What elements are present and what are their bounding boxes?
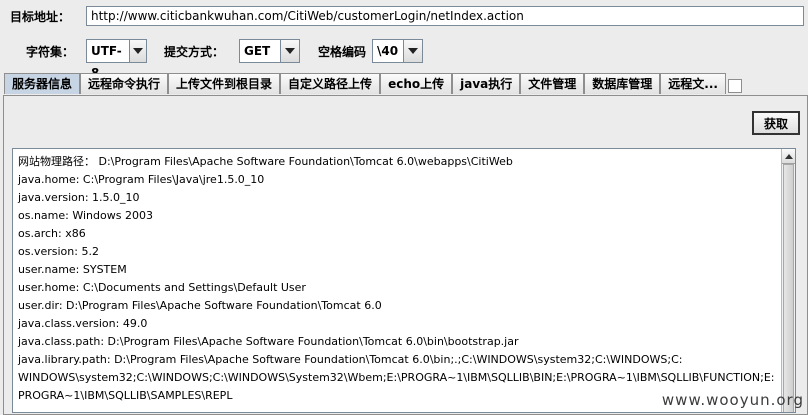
output-line: user.dir: D:\Program Files\Apache Softwa…	[18, 299, 382, 312]
tab-scroll-button[interactable]	[727, 79, 742, 93]
charset-value: UTF-8	[91, 44, 122, 80]
output-line: java.home: C:\Program Files\Java\jre1.5.…	[18, 173, 265, 186]
space-encoding-value: \40	[377, 44, 399, 58]
target-label: 目标地址：	[10, 10, 71, 24]
tab-server-info[interactable]: 服务器信息	[4, 73, 81, 94]
output-line: os.arch: x86	[18, 227, 86, 240]
submit-row: 提交方式：	[164, 43, 224, 60]
tab-remote-file[interactable]: 远程文...	[660, 73, 726, 94]
submit-method-value: GET	[244, 44, 271, 58]
submit-method-select[interactable]: GET	[239, 39, 300, 63]
charset-select[interactable]: UTF-8	[86, 39, 147, 80]
tab-remote-command[interactable]: 远程命令执行	[80, 73, 169, 94]
charset-dropdown-button[interactable]	[129, 40, 146, 62]
chevron-down-icon	[133, 48, 144, 54]
output-line: user.name: SYSTEM	[18, 263, 127, 276]
output-line: java.class.version: 49.0	[18, 317, 148, 330]
output-line: os.name: Windows 2003	[18, 209, 153, 222]
get-button[interactable]: 获取	[752, 111, 800, 135]
scroll-up-button[interactable]	[782, 149, 795, 164]
tab-upload-root[interactable]: 上传文件到根目录	[168, 73, 281, 94]
tab-database-manager[interactable]: 数据库管理	[584, 73, 661, 94]
output-line: 网站物理路径： D:\Program Files\Apache Software…	[18, 155, 513, 168]
vertical-scrollbar[interactable]	[781, 149, 795, 412]
chevron-down-icon	[408, 48, 418, 54]
output-line: user.home: C:\Documents and Settings\Def…	[18, 281, 306, 294]
output-line: java.class.path: D:\Program Files\Apache…	[18, 335, 519, 348]
output-line: os.version: 5.2	[18, 245, 99, 258]
submit-label: 提交方式：	[164, 45, 225, 59]
tab-bar: 服务器信息 远程命令执行 上传文件到根目录 自定义路径上传 echo上传 jav…	[4, 73, 742, 95]
output-line: WINDOWS\system32;C:\WINDOWS;C:\WINDOWS\S…	[18, 371, 775, 384]
watermark: www.wooyun.org	[661, 391, 804, 409]
tab-java-exec[interactable]: java执行	[452, 73, 521, 94]
chevron-up-icon	[784, 153, 793, 159]
charset-row: 字符集：	[26, 43, 74, 60]
space-encoding-label: 空格编码	[318, 45, 367, 59]
chevron-down-icon	[285, 48, 295, 54]
space-row: 空格编码	[318, 43, 366, 60]
charset-label: 字符集：	[26, 45, 75, 59]
output-textarea[interactable]: 网站物理路径： D:\Program Files\Apache Software…	[12, 148, 796, 413]
tab-echo-upload[interactable]: echo上传	[380, 73, 453, 94]
scroll-thumb[interactable]	[783, 164, 794, 412]
submit-dropdown-button[interactable]	[280, 40, 299, 62]
space-dropdown-button[interactable]	[403, 40, 422, 62]
output-lines: 网站物理路径： D:\Program Files\Apache Software…	[18, 153, 780, 405]
target-url-input[interactable]: http://www.citicbankwuhan.com/CitiWeb/cu…	[86, 6, 804, 26]
output-line: java.library.path: D:\Program Files\Apac…	[18, 353, 683, 366]
space-encoding-select[interactable]: \40	[372, 39, 423, 63]
tab-file-manager[interactable]: 文件管理	[520, 73, 585, 94]
target-row: 目标地址：	[10, 8, 70, 25]
output-line: java.version: 1.5.0_10	[18, 191, 140, 204]
tab-custom-path-upload[interactable]: 自定义路径上传	[280, 73, 381, 94]
